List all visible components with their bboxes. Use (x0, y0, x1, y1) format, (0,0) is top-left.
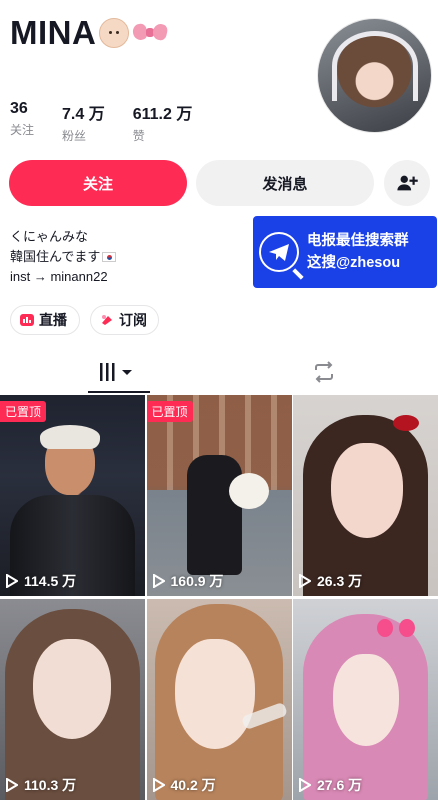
subscribe-pill-label: 订阅 (119, 312, 147, 328)
ad-text: 电报最佳搜索群 这搜@zhesou (307, 230, 409, 274)
view-count-value: 40.2 万 (170, 777, 216, 793)
stat-followers[interactable]: 7.4 万 粉丝 (62, 100, 105, 144)
profile-bio: くにゃんみな 韓国住んでます inst → minann22 (10, 227, 117, 287)
live-pill-label: 直播 (39, 312, 67, 328)
video-thumbnail[interactable]: 26.3 万 (293, 395, 438, 596)
live-pill[interactable]: 直播 (10, 305, 80, 335)
profile-stats: 36 关注 7.4 万 粉丝 611.2 万 赞 (10, 100, 220, 144)
stat-followers-value: 7.4 万 (62, 106, 105, 123)
telegram-search-icon (259, 232, 299, 272)
stat-likes[interactable]: 611.2 万 赞 (133, 100, 193, 144)
bio-line-1: くにゃんみな (10, 229, 89, 244)
view-count: 114.5 万 (6, 571, 76, 591)
korea-flag-icon (102, 252, 117, 262)
message-button[interactable]: 发消息 (196, 160, 374, 206)
play-icon (152, 778, 165, 792)
stat-following[interactable]: 36 关注 (10, 100, 34, 144)
tab-active-indicator (88, 391, 150, 393)
add-friend-button[interactable] (384, 160, 430, 206)
play-icon (6, 778, 18, 792)
pinned-badge: 已置顶 (146, 401, 193, 422)
play-icon (299, 574, 311, 588)
play-icon (152, 574, 165, 588)
video-thumbnail[interactable]: 40.2 万 (146, 599, 292, 800)
view-count-value: 160.9 万 (170, 573, 224, 589)
bio-line-2-text: 韓国住んでます (10, 249, 101, 264)
ad-line-1: 电报最佳搜索群 (307, 233, 409, 249)
subscribe-pill[interactable]: 订阅 (90, 305, 159, 335)
view-count: 160.9 万 (152, 571, 224, 591)
view-count: 40.2 万 (152, 775, 216, 795)
video-thumbnail[interactable]: 已置顶 160.9 万 (146, 395, 292, 596)
chevron-down-icon (122, 370, 132, 375)
play-icon (299, 778, 311, 792)
stat-likes-label: 赞 (132, 129, 145, 143)
stat-likes-value: 611.2 万 (132, 106, 193, 123)
profile-name: MINA (10, 14, 97, 51)
follow-button[interactable]: 关注 (9, 160, 187, 206)
ad-banner[interactable]: 电报最佳搜索群 这搜@zhesou (253, 216, 437, 288)
pink-bow-icon (131, 22, 169, 44)
content-tabs (0, 350, 438, 394)
stat-followers-label: 粉丝 (62, 129, 87, 143)
profile-header: MINA (10, 14, 169, 52)
video-grid: 已置顶 114.5 万 已置顶 160.9 万 26.3 万 110.3 万 4… (0, 395, 438, 800)
ad-line-2: 这搜@zhesou (307, 255, 401, 271)
view-count-value: 110.3 万 (24, 777, 77, 793)
avatar[interactable] (317, 18, 432, 133)
view-count: 26.3 万 (299, 571, 362, 591)
pinned-badge: 已置顶 (0, 401, 47, 422)
bio-line-3: inst → minann22 (10, 269, 108, 284)
video-thumbnail[interactable]: 已置顶 114.5 万 (0, 395, 145, 596)
subscribe-icon (102, 315, 112, 325)
tab-videos[interactable] (94, 360, 138, 384)
stat-following-label: 关注 (10, 123, 35, 137)
add-person-icon (397, 175, 418, 191)
stat-following-value: 36 (10, 100, 28, 117)
tab-reposts[interactable] (312, 360, 336, 384)
bio-line-2: 韓国住んでます (10, 247, 117, 267)
live-icon (20, 314, 34, 326)
video-thumbnail[interactable]: 110.3 万 (0, 599, 145, 800)
play-icon (6, 574, 18, 588)
view-count-value: 114.5 万 (24, 573, 77, 589)
repost-icon (315, 361, 333, 383)
view-count: 110.3 万 (6, 775, 76, 795)
view-count: 27.6 万 (299, 775, 362, 795)
video-thumbnail[interactable]: 27.6 万 (293, 599, 438, 800)
view-count-value: 26.3 万 (317, 573, 363, 589)
baby-face-icon (99, 18, 130, 48)
view-count-value: 27.6 万 (317, 777, 363, 793)
grid-icon (100, 363, 132, 381)
